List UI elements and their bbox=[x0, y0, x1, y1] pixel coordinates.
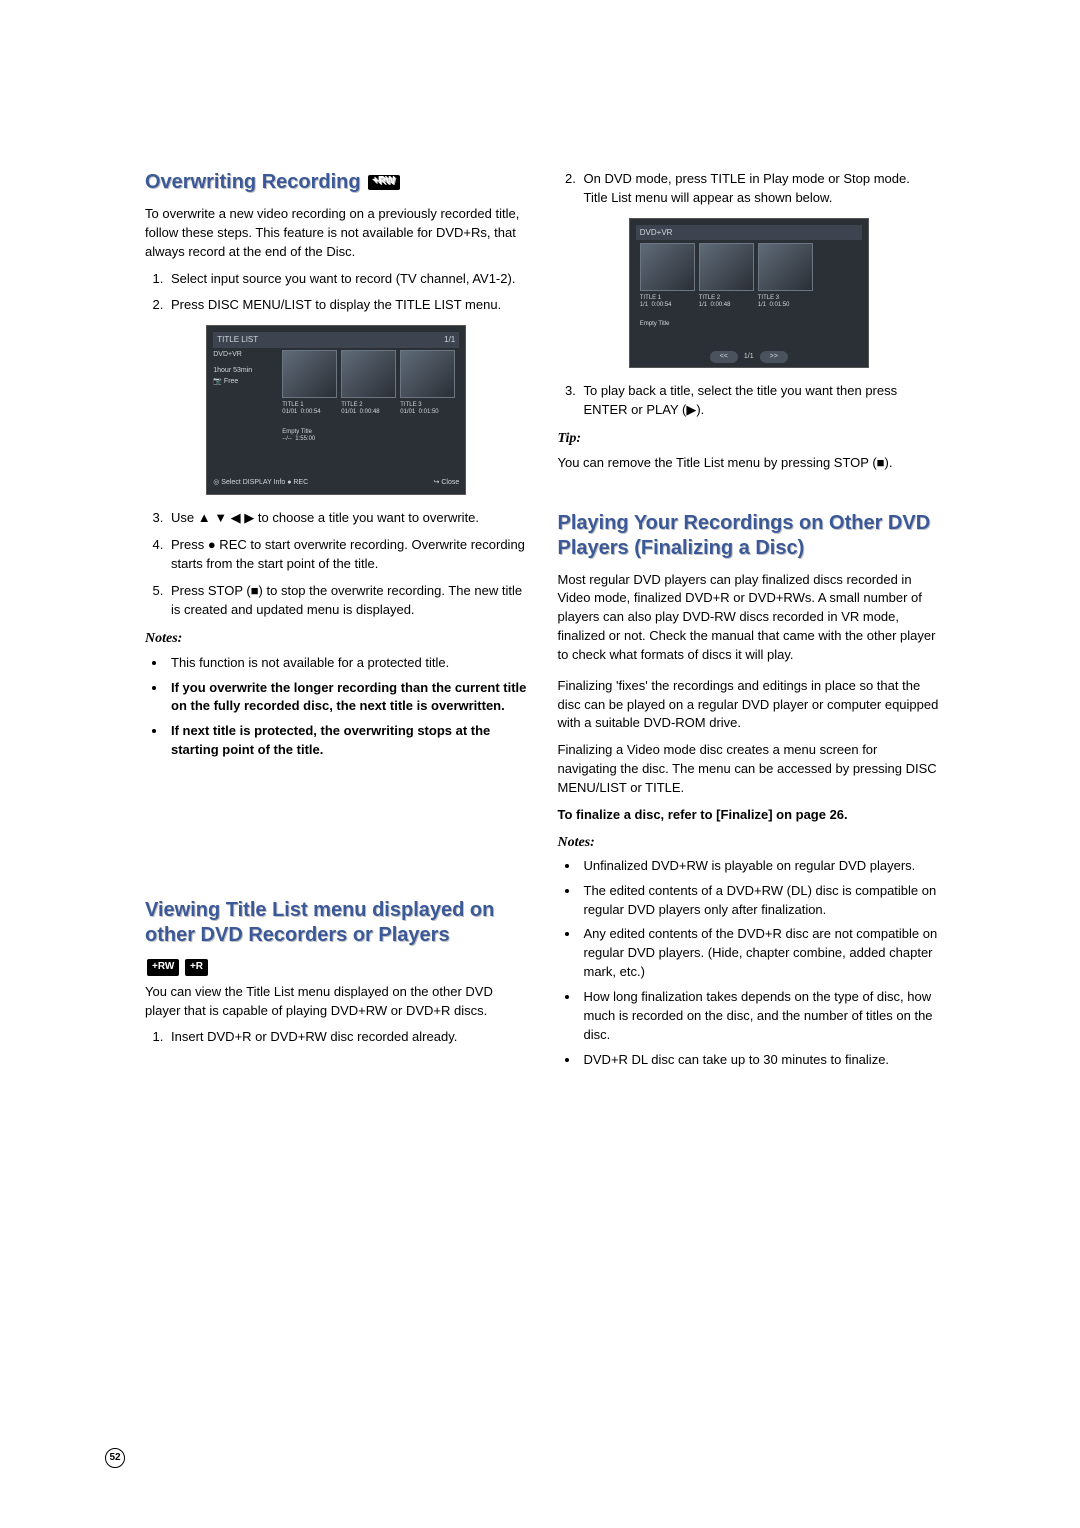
heading-viewing-title-list: Viewing Title List menu displayed on oth… bbox=[145, 898, 528, 948]
nav-next: >> bbox=[760, 351, 788, 363]
tip-text: You can remove the Title List menu by pr… bbox=[558, 454, 941, 473]
finalize-p1: Most regular DVD players can play finali… bbox=[558, 571, 941, 665]
finalize-p3: Finalizing a Video mode disc creates a m… bbox=[558, 741, 941, 798]
intro-paragraph-2: You can view the Title List menu display… bbox=[145, 983, 528, 1021]
thumb bbox=[640, 243, 695, 291]
note-2: If you overwrite the longer recording th… bbox=[167, 679, 528, 717]
step-2: Press DISC MENU/LIST to display the TITL… bbox=[167, 296, 528, 315]
note-r4: How long finalization takes depends on t… bbox=[580, 988, 941, 1045]
step-1: Select input source you want to record (… bbox=[167, 270, 528, 289]
intro-paragraph: To overwrite a new video recording on a … bbox=[145, 205, 528, 262]
notes-list-2: Unfinalized DVD+RW is playable on regula… bbox=[558, 857, 941, 1069]
steps-list-4: On DVD mode, press TITLE in Play mode or… bbox=[558, 170, 941, 208]
page-number: 52 bbox=[105, 1448, 125, 1468]
step-3r: To play back a title, select the title y… bbox=[580, 382, 941, 420]
ms-header: DVD+VR bbox=[636, 225, 862, 241]
heading-text: Overwriting Recording bbox=[145, 171, 361, 193]
thumb bbox=[400, 350, 455, 398]
step-4: Press ● REC to start overwrite recording… bbox=[167, 536, 528, 574]
thumb bbox=[699, 243, 754, 291]
tip-label: Tip: bbox=[558, 429, 941, 449]
ms-nav: << 1/1 >> bbox=[710, 351, 788, 363]
thumb bbox=[758, 243, 813, 291]
badge-rw: +RW bbox=[368, 175, 400, 190]
step-5: Press STOP (■) to stop the overwrite rec… bbox=[167, 582, 528, 620]
steps-list-5: To play back a title, select the title y… bbox=[558, 382, 941, 420]
right-column: On DVD mode, press TITLE in Play mode or… bbox=[558, 170, 941, 1077]
note-3: If next title is protected, the overwrit… bbox=[167, 722, 528, 760]
steps-list-3: Insert DVD+R or DVD+RW disc recorded alr… bbox=[145, 1028, 528, 1047]
thumb bbox=[282, 350, 337, 398]
note-r3: Any edited contents of the DVD+R disc ar… bbox=[580, 925, 941, 982]
ms-header: TITLE LIST 1/1 bbox=[213, 332, 459, 348]
ms-bottom: ◎ Select DISPLAY Info ● REC ↪ Close bbox=[213, 478, 459, 488]
step-2r: On DVD mode, press TITLE in Play mode or… bbox=[580, 170, 941, 208]
title-list-screenshot-1: TITLE LIST 1/1 DVD+VR 1hour 53min 📷 Free… bbox=[206, 325, 466, 495]
notes-label: Notes: bbox=[145, 629, 528, 649]
note-r1: Unfinalized DVD+RW is playable on regula… bbox=[580, 857, 941, 876]
nav-prev: << bbox=[710, 351, 738, 363]
left-column: Overwriting Recording +RW To overwrite a… bbox=[145, 170, 528, 1077]
step-1b: Insert DVD+R or DVD+RW disc recorded alr… bbox=[167, 1028, 528, 1047]
finalize-p4: To finalize a disc, refer to [Finalize] … bbox=[558, 806, 941, 825]
steps-list-2: Use ▲ ▼ ◀ ▶ to choose a title you want t… bbox=[145, 509, 528, 619]
ms-thumbs: TITLE 11/1 0:00:54 TITLE 21/1 0:00:48 TI… bbox=[640, 243, 862, 329]
badge-rw: +RW bbox=[147, 959, 179, 976]
page-content: Overwriting Recording +RW To overwrite a… bbox=[145, 170, 940, 1077]
note-r2: The edited contents of a DVD+RW (DL) dis… bbox=[580, 882, 941, 920]
heading-overwriting: Overwriting Recording +RW bbox=[145, 170, 528, 195]
steps-list-1: Select input source you want to record (… bbox=[145, 270, 528, 316]
finalize-p2: Finalizing 'fixes' the recordings and ed… bbox=[558, 677, 941, 734]
heading-finalizing: Playing Your Recordings on Other DVD Pla… bbox=[558, 511, 941, 561]
step-3: Use ▲ ▼ ◀ ▶ to choose a title you want t… bbox=[167, 509, 528, 528]
ms-thumbs: TITLE 101/01 0:00:54 TITLE 201/01 0:00:4… bbox=[282, 350, 459, 443]
title-list-screenshot-2: DVD+VR TITLE 11/1 0:00:54 TITLE 21/1 0:0… bbox=[629, 218, 869, 368]
notes-label-2: Notes: bbox=[558, 833, 941, 853]
badges-row: +RW +R bbox=[145, 958, 528, 977]
note-1: This function is not available for a pro… bbox=[167, 654, 528, 673]
thumb bbox=[341, 350, 396, 398]
notes-list: This function is not available for a pro… bbox=[145, 654, 528, 760]
ms-side: DVD+VR 1hour 53min 📷 Free bbox=[213, 350, 273, 386]
note-r5: DVD+R DL disc can take up to 30 minutes … bbox=[580, 1051, 941, 1070]
badge-r: +R bbox=[185, 959, 208, 976]
